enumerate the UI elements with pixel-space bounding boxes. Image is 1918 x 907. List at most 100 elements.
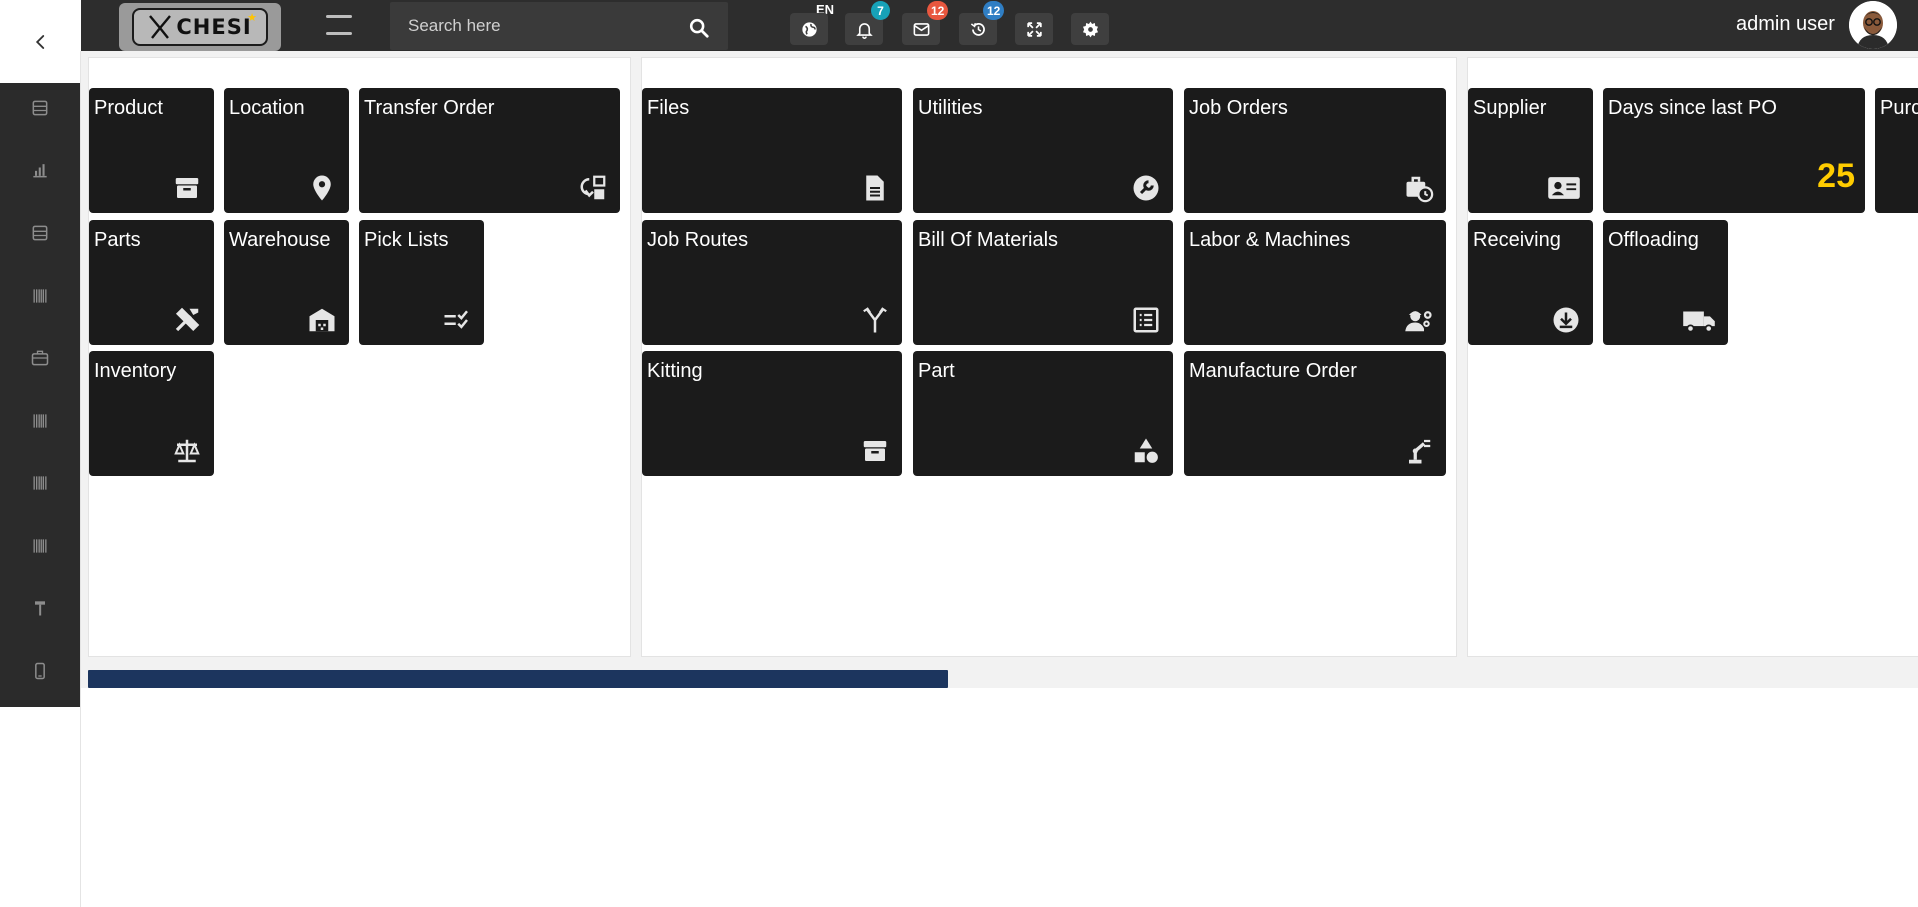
expand-icon	[1026, 21, 1042, 37]
avatar[interactable]	[1849, 1, 1897, 49]
tile-label: Files	[647, 97, 690, 119]
logo-mark: CHESI ★	[132, 8, 268, 46]
tile-supplier[interactable]: Supplier	[1468, 88, 1593, 213]
transfer-icon	[580, 175, 606, 200]
scale-icon	[174, 439, 200, 463]
tile-offloading[interactable]: Offloading	[1603, 220, 1728, 345]
user-avatar-icon	[1849, 1, 1897, 49]
worker-gear-icon	[1405, 311, 1432, 332]
tile-label: Receiving	[1473, 229, 1561, 251]
tile-kitting[interactable]: Kitting	[642, 351, 902, 476]
barcode-icon	[33, 539, 47, 553]
globe-icon	[801, 21, 817, 37]
hammer-icon	[35, 601, 45, 616]
checklist-icon	[444, 310, 468, 329]
menu-toggle-button[interactable]	[326, 12, 352, 36]
sidebar-item-storage[interactable]	[0, 213, 80, 253]
search-bar	[390, 2, 728, 50]
tile-label: Job Routes	[647, 229, 749, 251]
tile-pick-lists[interactable]: Pick Lists	[359, 220, 484, 345]
wrench-icon	[1133, 175, 1159, 201]
tile-job-orders[interactable]: Job Orders	[1184, 88, 1446, 213]
days-since-po-value: 25	[1817, 157, 1855, 195]
horizontal-scroll-thumb[interactable]	[88, 670, 949, 688]
chevron-left-icon	[35, 34, 44, 49]
tile-warehouse[interactable]: Warehouse	[224, 220, 349, 345]
tools-icon	[175, 307, 200, 332]
bell-icon	[855, 22, 873, 39]
horizontal-scroll-track[interactable]	[88, 669, 1918, 688]
sidebar-item-barcodes-1[interactable]	[0, 276, 80, 316]
sidebar-item-tools[interactable]	[0, 588, 80, 628]
search-icon[interactable]	[688, 17, 710, 39]
tile-purchase-orders[interactable]: Purc	[1875, 88, 1918, 213]
tile-label: Bill Of Materials	[918, 229, 1059, 251]
tile-label: Job Orders	[1189, 97, 1288, 119]
tile-label: Part	[918, 360, 955, 382]
logo-star-icon: ★	[247, 11, 258, 24]
list-icon	[1133, 307, 1159, 333]
tile-label: Utilities	[918, 97, 983, 119]
app-logo[interactable]: CHESI ★	[119, 3, 281, 51]
truck-icon	[1683, 311, 1715, 333]
tile-label: Warehouse	[229, 229, 331, 251]
tile-files[interactable]: Files	[642, 88, 902, 213]
barcode-icon	[33, 476, 47, 490]
barcode-icon	[33, 289, 47, 303]
notifications-badge: 7	[871, 1, 890, 20]
history-icon	[970, 22, 985, 36]
sidebar-divider	[80, 51, 81, 907]
settings-button[interactable]	[1071, 13, 1109, 45]
warehouse-icon	[309, 308, 335, 332]
sidebar-item-reports[interactable]	[0, 150, 80, 190]
file-icon	[866, 175, 884, 201]
archive-icon	[863, 441, 887, 461]
history-badge: 12	[983, 1, 1005, 20]
fullscreen-button[interactable]	[1015, 13, 1053, 45]
tile-label: Days since last PO	[1608, 97, 1777, 119]
sidebar-collapse-button[interactable]	[0, 0, 81, 83]
tile-days-since-last-po[interactable]: Days since last PO 25	[1603, 88, 1865, 213]
shapes-icon	[1134, 438, 1158, 463]
user-name[interactable]: admin user	[1736, 13, 1835, 36]
gear-icon	[1082, 21, 1098, 37]
sidebar-item-barcodes-4[interactable]	[0, 526, 80, 566]
tile-job-routes[interactable]: Job Routes	[642, 220, 902, 345]
sidebar-item-jobs[interactable]	[0, 338, 80, 378]
sidebar-item-barcodes-2[interactable]	[0, 401, 80, 441]
inbox-icon	[32, 225, 48, 241]
tile-receiving[interactable]: Receiving	[1468, 220, 1593, 345]
sidebar-item-inventory[interactable]	[0, 88, 80, 128]
tile-label: Pick Lists	[364, 229, 449, 251]
barcode-icon	[33, 414, 47, 428]
tile-product[interactable]: Product	[89, 88, 214, 213]
id-card-icon	[1548, 177, 1580, 199]
inbox-icon	[32, 100, 48, 116]
tile-part[interactable]: Part	[913, 351, 1173, 476]
download-icon	[1553, 307, 1579, 333]
tile-label: Manufacture Order	[1189, 360, 1357, 382]
logo-emblem-icon	[149, 15, 172, 39]
tile-location[interactable]: Location	[224, 88, 349, 213]
route-icon	[863, 307, 887, 333]
sidebar-item-barcodes-3[interactable]	[0, 463, 80, 503]
tile-parts[interactable]: Parts	[89, 220, 214, 345]
tile-utilities[interactable]: Utilities	[913, 88, 1173, 213]
tile-label: Location	[229, 97, 305, 119]
messages-badge: 12	[927, 1, 949, 20]
tile-label: Inventory	[94, 360, 177, 382]
tile-label: Purc	[1880, 97, 1918, 119]
search-input[interactable]	[408, 15, 668, 37]
tile-labor-machines[interactable]: Labor & Machines	[1184, 220, 1446, 345]
tile-label: Product	[94, 97, 163, 119]
chart-bar-icon	[33, 164, 47, 178]
language-button[interactable]	[790, 13, 828, 45]
sidebar-item-mobile[interactable]	[0, 651, 80, 691]
briefcase-clock-icon	[1406, 176, 1434, 203]
briefcase-icon	[31, 350, 49, 366]
tile-bill-of-materials[interactable]: Bill Of Materials	[913, 220, 1173, 345]
tile-label: Supplier	[1473, 97, 1547, 119]
tile-transfer-order[interactable]: Transfer Order	[359, 88, 620, 213]
tile-manufacture-order[interactable]: Manufacture Order	[1184, 351, 1446, 476]
tile-inventory[interactable]: Inventory	[89, 351, 214, 476]
